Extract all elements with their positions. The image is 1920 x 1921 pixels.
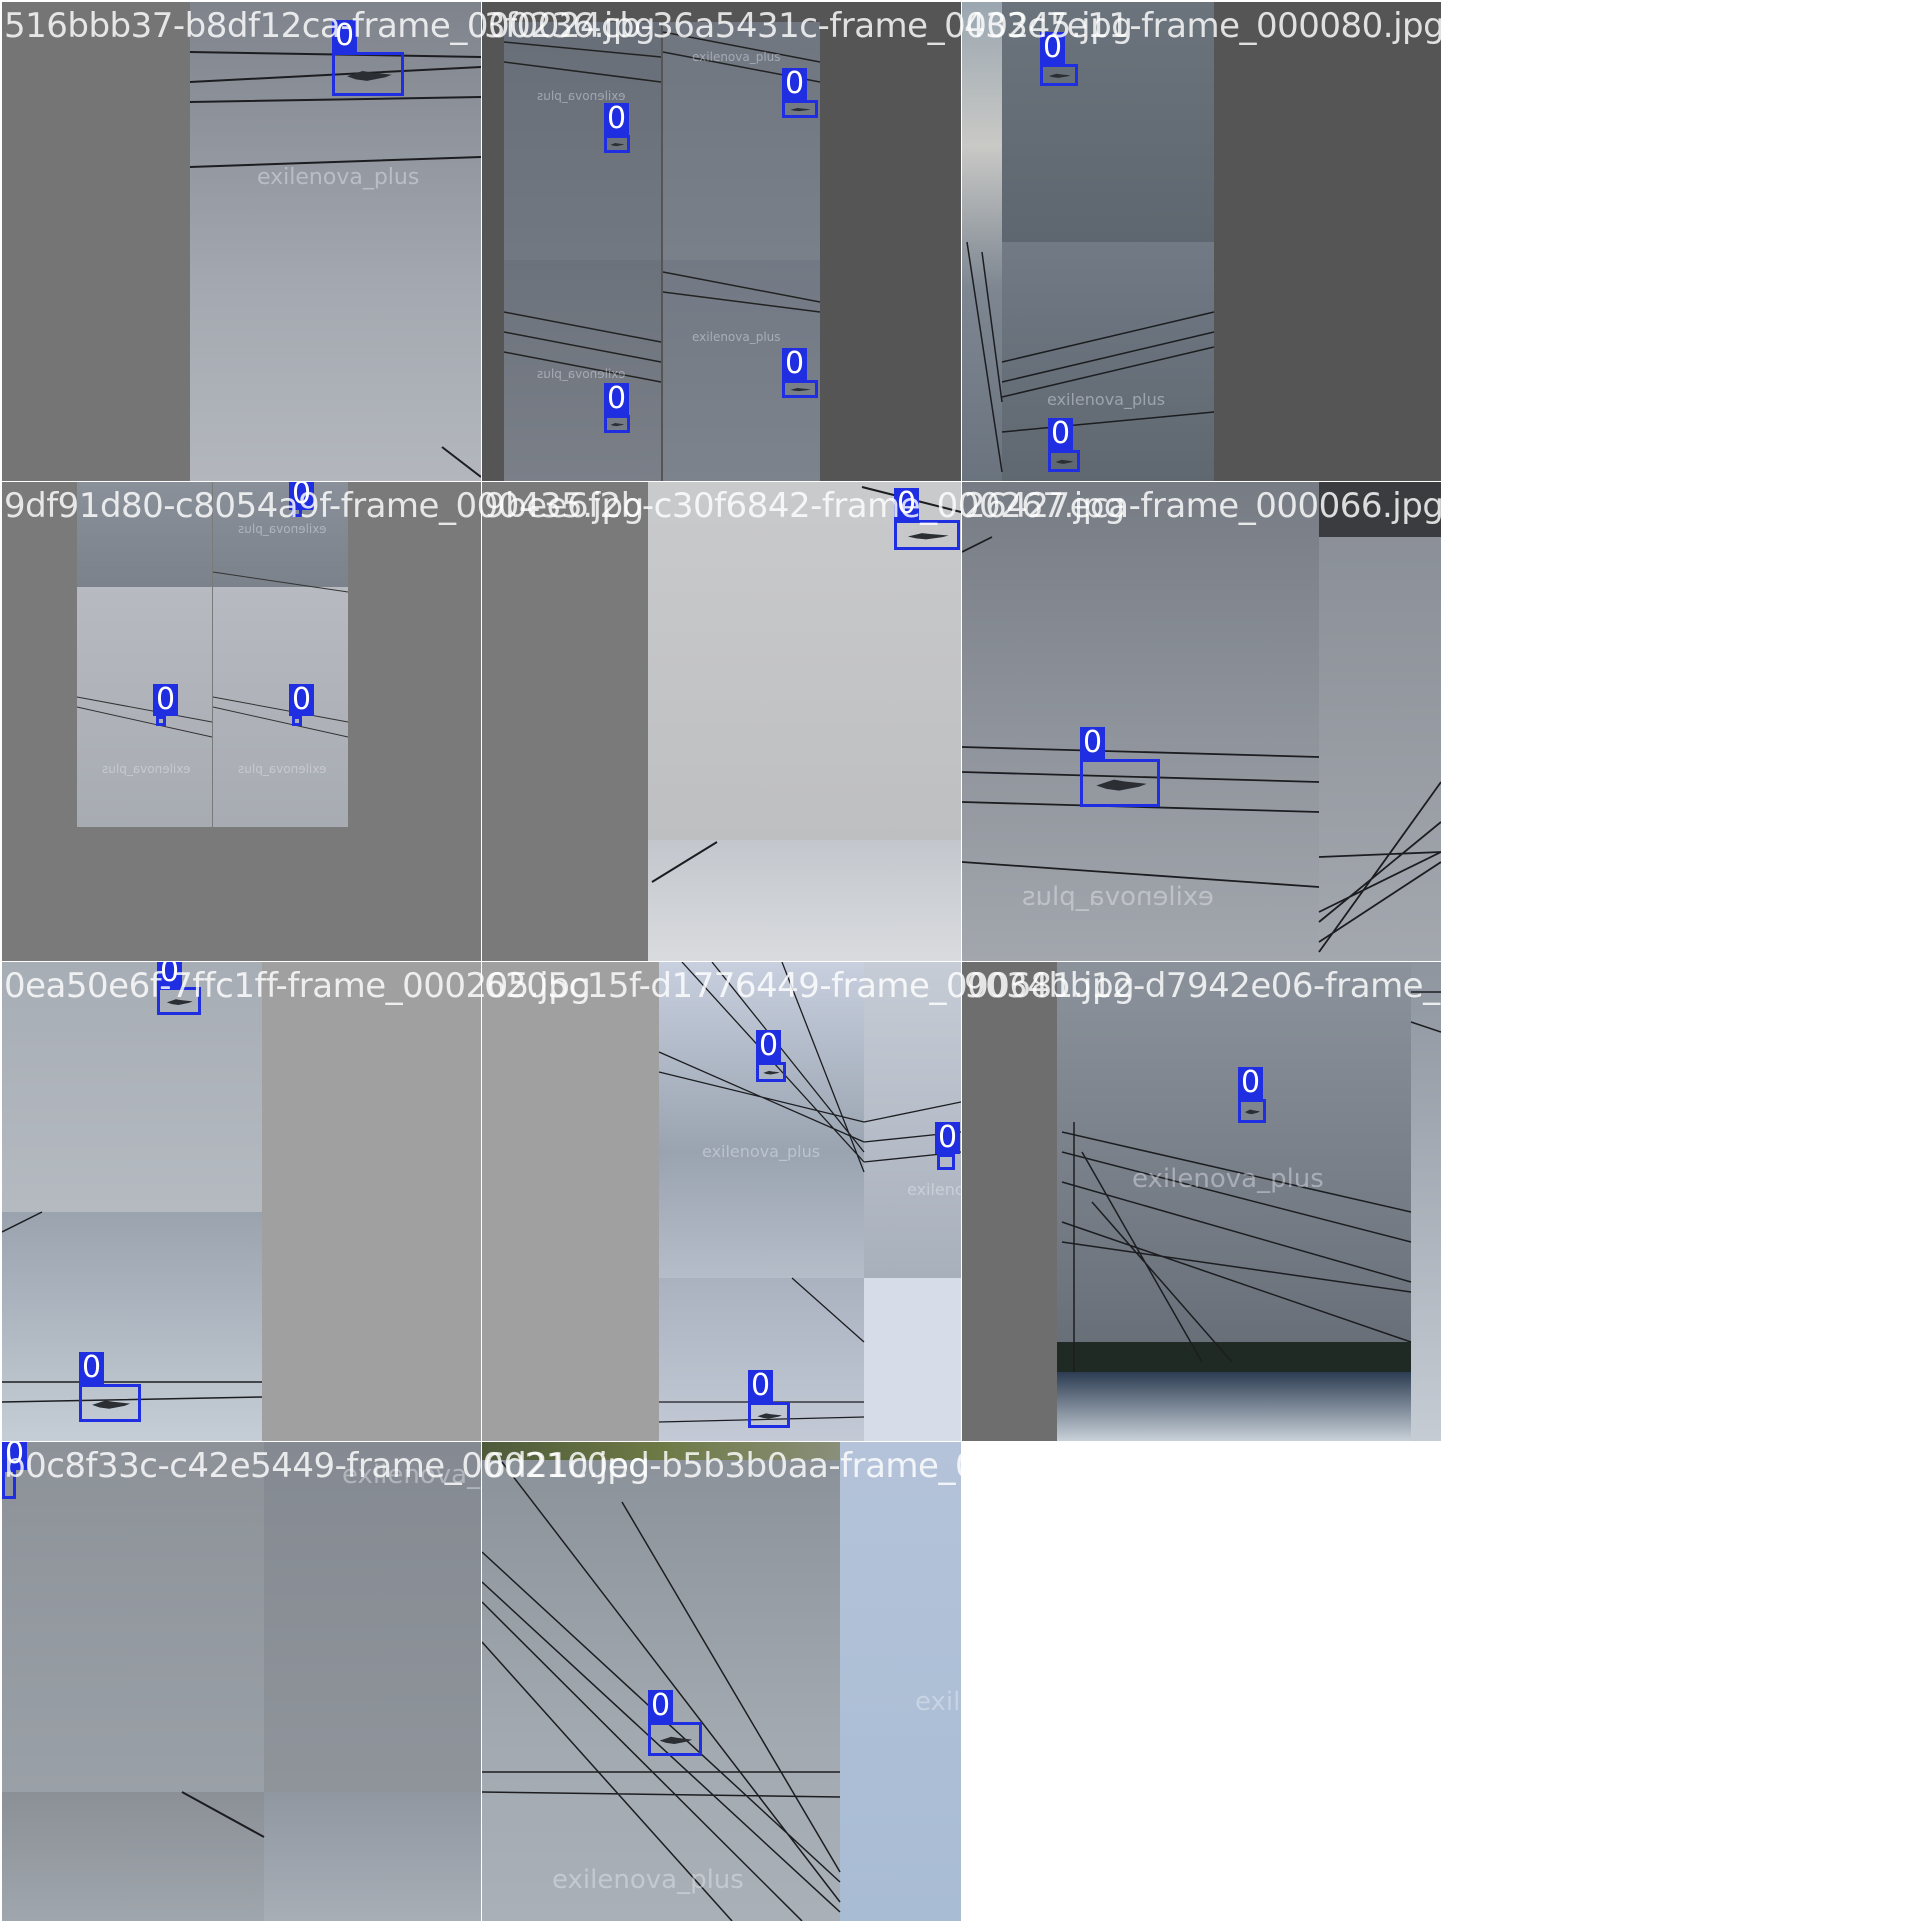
power-lines	[181, 1791, 265, 1838]
class-label: 0	[648, 1690, 674, 1722]
mosaic-tile-9: exilenova_plus 0	[962, 962, 1441, 1441]
watermark-text: exilenova_plus	[692, 330, 781, 344]
watermark-text: exilenova_plus	[1047, 390, 1166, 409]
detection-box	[782, 100, 818, 118]
watermark-text: exilenova_plus	[238, 522, 327, 536]
aircraft-silhouette	[659, 1736, 693, 1745]
watermark-text: exilenova_plus	[537, 367, 626, 381]
aircraft-silhouette	[1055, 459, 1074, 464]
aircraft-silhouette	[610, 423, 625, 427]
aircraft-silhouette	[1244, 1109, 1260, 1115]
aircraft-silhouette	[757, 1413, 782, 1419]
mosaic-tile-10: exilenova_plus 0	[2, 1442, 481, 1921]
power-lines	[2, 1211, 263, 1403]
class-label: 0	[604, 383, 630, 415]
mosaic-tile-6: exilenova_plus 0	[962, 482, 1441, 961]
detection-box	[79, 1384, 141, 1422]
class-label: 0	[1048, 418, 1074, 450]
watermark-text: exilenova_plus	[702, 1142, 821, 1161]
detection-box	[782, 380, 818, 398]
detection-box	[1238, 1099, 1266, 1123]
mosaic-tile-11: exilenova_plus exilenova_plus 0	[482, 1442, 961, 1921]
watermark-text: exilenova_plus	[342, 1460, 481, 1490]
watermark-text: exilenova_plus	[1022, 882, 1214, 912]
power-lines	[966, 241, 1215, 473]
aircraft-silhouette	[1048, 73, 1071, 78]
aircraft-silhouette	[790, 108, 811, 112]
mosaic-tile-4: exilenova_plus exilenova_plus exilenova_…	[2, 482, 481, 961]
aircraft-silhouette	[1096, 779, 1147, 791]
detection-box	[748, 1402, 790, 1428]
watermark-text: exilenova_plus	[915, 1687, 961, 1717]
detection-box	[332, 52, 404, 96]
detection-box	[894, 520, 960, 550]
class-label: 0	[935, 1122, 961, 1154]
power-lines	[76, 571, 349, 738]
aircraft-silhouette	[907, 533, 949, 540]
aircraft-silhouette	[166, 999, 193, 1005]
watermark-text: exilenova_plus	[102, 762, 191, 776]
watermark-text: exilenova_plus	[1132, 1164, 1324, 1194]
watermark-text: exilenova_plus	[238, 762, 327, 776]
class-label: 0	[1238, 1067, 1264, 1099]
watermark-text: exilenova_plus	[692, 50, 781, 64]
power-lines	[482, 1461, 841, 1921]
mosaic-tile-7: 0 0	[2, 962, 481, 1441]
class-label: 0	[748, 1370, 774, 1402]
detection-box	[1048, 450, 1080, 472]
class-label: 0	[782, 348, 808, 380]
class-label: 0	[1080, 727, 1106, 759]
aircraft-silhouette	[763, 1070, 780, 1075]
power-lines	[503, 31, 821, 383]
class-label: 0	[604, 103, 630, 135]
class-label: 0	[2, 1442, 28, 1470]
watermark-text: exilenova_plus	[257, 165, 420, 190]
detection-box	[648, 1722, 702, 1756]
power-lines	[1061, 991, 1441, 1372]
detection-box	[1040, 64, 1078, 86]
detection-box	[156, 716, 166, 726]
detection-box	[292, 716, 302, 726]
mosaic-tile-2: exilenova_plus exilenova_plus exilenova_…	[482, 2, 961, 481]
aircraft-silhouette	[346, 70, 392, 81]
detection-box	[604, 135, 630, 153]
detection-box	[937, 1154, 955, 1170]
power-lines	[651, 486, 961, 883]
mosaic-tile-5: 0	[482, 482, 961, 961]
power-lines	[189, 51, 481, 478]
detection-box	[157, 987, 201, 1015]
watermark-text: exilenova_plus	[907, 1180, 961, 1199]
class-label: 0	[79, 1352, 105, 1384]
aircraft-silhouette	[790, 388, 811, 392]
class-label: 0	[1040, 32, 1066, 64]
detection-box	[604, 415, 630, 433]
power-lines	[658, 962, 961, 1423]
mosaic-tile-3: exilenova_plus 0 0	[962, 2, 1441, 481]
detection-box	[2, 1469, 16, 1499]
class-label: 0	[157, 962, 183, 988]
mosaic-tile-1: exilenova_plus 0	[2, 2, 481, 481]
class-label: 0	[153, 684, 179, 716]
class-label: 0	[782, 68, 808, 100]
class-label: 0	[756, 1030, 782, 1062]
mosaic-tile-8: exilenova_plus exilenova_plus 0 0 0	[482, 962, 961, 1441]
aircraft-silhouette	[610, 143, 625, 147]
class-label: 0	[894, 488, 920, 520]
detection-box	[756, 1062, 786, 1082]
detection-box	[1080, 759, 1160, 807]
class-label: 0	[289, 684, 315, 716]
class-label: 0	[332, 20, 358, 52]
class-label: 0	[289, 482, 315, 510]
watermark-text: exilenova_plus	[552, 1865, 744, 1895]
aircraft-silhouette	[92, 1400, 131, 1409]
